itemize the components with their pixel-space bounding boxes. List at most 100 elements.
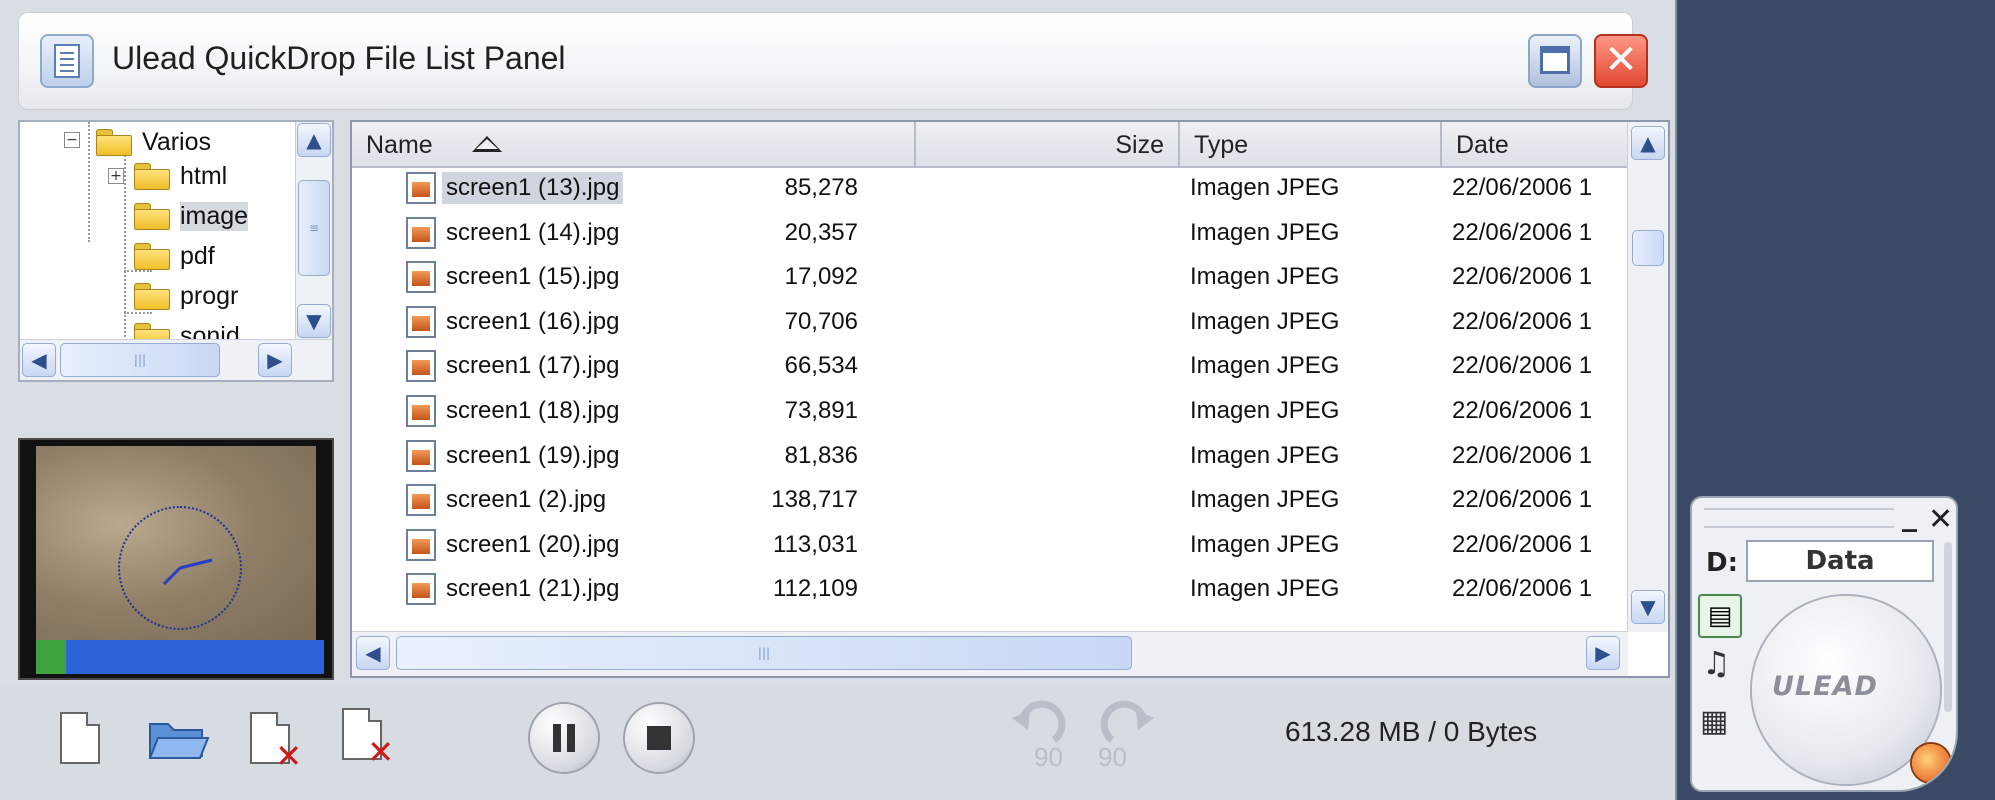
- expand-toggle[interactable]: +: [108, 168, 124, 184]
- stop-button[interactable]: [625, 704, 693, 772]
- ulead-logo: ULEAD: [1772, 671, 1878, 702]
- widget-close-button[interactable]: ✕: [1928, 502, 1953, 537]
- column-header-type[interactable]: Type: [1180, 122, 1442, 166]
- column-header-name[interactable]: Name: [352, 122, 916, 166]
- preview-thumbnail: [36, 446, 316, 642]
- file-row[interactable]: screen1 (2).jpg 138,717 Imagen JPEG 22/06/2…: [352, 478, 1628, 522]
- file-name: screen1 (13).jpg: [442, 172, 624, 204]
- file-size: 17,092: [784, 263, 858, 291]
- file-size: 73,891: [784, 397, 858, 424]
- document-icon: ▤: [1707, 601, 1733, 631]
- file-row[interactable]: screen1 (18).jpg 73,891 Imagen JPEG 22/06/2…: [352, 389, 1628, 433]
- tree-item-progr[interactable]: progr: [134, 276, 238, 316]
- file-name: screen1 (16).jpg: [446, 307, 620, 335]
- drive-letter: D:: [1706, 548, 1738, 578]
- preview-taskbar: [36, 640, 324, 674]
- file-row[interactable]: screen1 (14).jpg 20,357 Imagen JPEG 22/06/2…: [352, 211, 1628, 255]
- scroll-down-button[interactable]: ▼: [1631, 590, 1665, 624]
- file-type: Imagen JPEG: [1190, 352, 1340, 380]
- tree-item-image[interactable]: image: [134, 196, 249, 236]
- scroll-right-button[interactable]: ▶: [1586, 636, 1620, 670]
- file-date: 22/06/2006 1: [1452, 530, 1593, 558]
- file-size: 112,109: [773, 575, 858, 603]
- file-name: screen1 (19).jpg: [446, 441, 620, 469]
- file-date: 22/06/2006 1: [1452, 352, 1593, 380]
- folder-icon: [134, 283, 170, 310]
- scroll-thumb[interactable]: ≡: [298, 180, 330, 276]
- file-row[interactable]: screen1 (19).jpg 81,836 Imagen JPEG 22/06/2…: [352, 434, 1628, 478]
- title-bar: Ulead QuickDrop File List Panel ✕: [18, 12, 1648, 110]
- pause-button[interactable]: [530, 704, 598, 772]
- file-size: 113,031: [773, 530, 858, 558]
- file-row[interactable]: screen1 (20).jpg 113,031 Imagen JPEG 22/06/…: [352, 523, 1628, 567]
- rotate-right-button[interactable]: 90: [1098, 700, 1158, 790]
- list-horizontal-scrollbar[interactable]: ◀ ||| ▶: [352, 631, 1628, 676]
- maximize-icon: [1540, 46, 1570, 74]
- maximize-button[interactable]: [1528, 34, 1582, 88]
- music-note-icon: ♫: [1702, 644, 1731, 682]
- tree-item-label: html: [180, 161, 228, 190]
- scroll-thumb[interactable]: |||: [60, 343, 220, 377]
- window-title: Ulead QuickDrop File List Panel: [112, 40, 566, 76]
- list-header: Name Size Type Date: [352, 122, 1628, 168]
- file-size: 70,706: [784, 307, 858, 335]
- file-date: 22/06/2006 1: [1452, 397, 1593, 424]
- file-list[interactable]: Name Size Type Date screen1 (13).jpg 85,2…: [350, 120, 1670, 678]
- music-mode-button[interactable]: ♫: [1702, 644, 1731, 682]
- file-row[interactable]: screen1 (16).jpg 70,706 Imagen JPEG 22/06/2…: [352, 300, 1628, 344]
- grip-bar[interactable]: [1704, 508, 1894, 528]
- scroll-up-button[interactable]: ▲: [1631, 126, 1665, 160]
- burn-button[interactable]: [1912, 744, 1950, 782]
- minimize-button[interactable]: _: [1902, 498, 1917, 533]
- column-name-label: Name: [366, 131, 433, 159]
- scroll-up-button[interactable]: ▲: [297, 123, 331, 157]
- rotate-left-button[interactable]: 90: [1008, 700, 1068, 790]
- file-date: 22/06/2006 1: [1452, 307, 1593, 335]
- remove-file-button[interactable]: ✕: [250, 712, 302, 772]
- scroll-left-button[interactable]: ◀: [356, 636, 390, 670]
- open-folder-icon: [148, 723, 210, 759]
- quickdrop-widget[interactable]: _ ✕ D: Data ▤ ♫ ▦ ULEAD: [1690, 496, 1958, 792]
- scroll-left-button[interactable]: ◀: [22, 343, 56, 377]
- scroll-down-button[interactable]: ▼: [297, 304, 331, 338]
- tree-horizontal-scrollbar[interactable]: ◀ ||| ▶: [20, 339, 332, 380]
- file-date: 22/06/2006 1: [1452, 441, 1593, 469]
- column-size-label: Size: [1115, 131, 1164, 159]
- file-name: screen1 (21).jpg: [446, 575, 620, 603]
- scroll-thumb[interactable]: |||: [396, 636, 1132, 670]
- column-header-date[interactable]: Date: [1442, 122, 1628, 166]
- collapse-toggle[interactable]: −: [64, 132, 80, 148]
- file-row[interactable]: screen1 (21).jpg 112,109 Imagen JPEG 22/06/…: [352, 567, 1628, 611]
- close-button[interactable]: ✕: [1594, 34, 1648, 88]
- new-list-button[interactable]: [60, 712, 100, 764]
- file-type: Imagen JPEG: [1190, 486, 1340, 514]
- list-vertical-scrollbar[interactable]: ▲ ▼: [1627, 122, 1668, 632]
- folder-tree[interactable]: − Varios + html image pdf progr sonid ▲: [18, 120, 334, 382]
- clock-graphic: [118, 506, 242, 630]
- scroll-thumb[interactable]: [1632, 230, 1664, 266]
- data-mode-button[interactable]: ▤: [1698, 594, 1742, 638]
- file-row[interactable]: screen1 (13).jpg 85,278 Imagen JPEG 22/06/2…: [352, 166, 1628, 210]
- delete-icon: ✕: [275, 737, 302, 775]
- stop-icon: [647, 726, 671, 750]
- file-name: screen1 (15).jpg: [446, 263, 620, 291]
- file-list-icon: [40, 34, 94, 88]
- column-header-size[interactable]: Size: [916, 122, 1180, 166]
- remove-all-button[interactable]: ✕: [342, 708, 394, 768]
- folder-icon: [134, 243, 170, 270]
- file-type: Imagen JPEG: [1190, 575, 1340, 603]
- folder-icon: [96, 129, 132, 156]
- file-name: screen1 (14).jpg: [446, 218, 620, 246]
- tree-item-pdf[interactable]: pdf: [134, 236, 215, 276]
- jpeg-file-icon: [406, 395, 436, 427]
- scroll-right-button[interactable]: ▶: [258, 343, 292, 377]
- tree-item-html[interactable]: html: [134, 156, 227, 196]
- open-folder-button[interactable]: [148, 716, 210, 762]
- jpeg-file-icon: [406, 261, 436, 294]
- rotate-right-label: 90: [1098, 742, 1127, 772]
- close-icon: ✕: [1604, 37, 1638, 83]
- file-row[interactable]: screen1 (15).jpg 17,092 Imagen JPEG 22/06/2…: [352, 255, 1628, 299]
- file-row[interactable]: screen1 (17).jpg 66,534 Imagen JPEG 22/06/2…: [352, 344, 1628, 388]
- drive-label-field[interactable]: Data: [1746, 540, 1934, 582]
- video-mode-button[interactable]: ▦: [1700, 704, 1728, 739]
